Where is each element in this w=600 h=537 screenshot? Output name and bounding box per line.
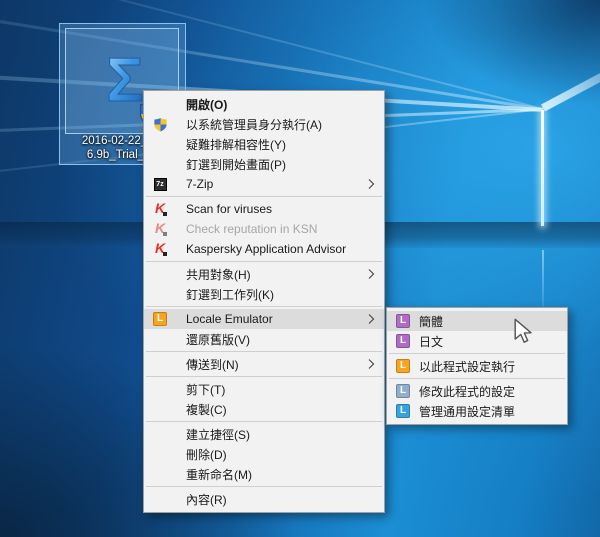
menu-separator [146,351,382,352]
context-menu-item-locale-emulator[interactable]: L Locale Emulator [144,309,384,329]
submenu-item-run-with-app-settings[interactable]: L 以此程式設定執行 [387,356,567,376]
context-menu-item-share-with[interactable]: 共用對象(H) [144,264,384,284]
kaspersky-icon: K [152,201,168,217]
submenu-arrow-icon [368,179,375,190]
context-menu: 開啟(O) 以系統管理員身分執行(A) 疑難排解相容性(Y) 釘選到開始畫面(P… [143,90,385,513]
context-menu-item-run-as-admin[interactable]: 以系統管理員身分執行(A) [144,114,384,134]
menu-separator [146,196,382,197]
context-menu-item-rename[interactable]: 重新命名(M) [144,464,384,484]
menu-separator [146,421,382,422]
menu-separator [146,376,382,377]
context-menu-item-create-shortcut[interactable]: 建立捷徑(S) [144,424,384,444]
submenu-item-manage-global-settings[interactable]: L 管理通用設定清單 [387,401,567,421]
kaspersky-icon: K [152,221,168,237]
kaspersky-icon: K [152,241,168,257]
submenu-arrow-icon [368,359,375,370]
locale-emulator-icon: L [396,334,410,348]
context-menu-item-troubleshoot-compatibility[interactable]: 疑難排解相容性(Y) [144,134,384,154]
context-menu-item-delete[interactable]: 刪除(D) [144,444,384,464]
submenu-item-simplified-chinese[interactable]: L 簡體 [387,311,567,331]
submenu-item-modify-app-settings[interactable]: L 修改此程式的設定 [387,381,567,401]
7zip-icon: 7z [152,176,168,192]
menu-separator [389,353,565,354]
context-menu-item-copy[interactable]: 複製(C) [144,399,384,419]
menu-separator [146,486,382,487]
context-menu-item-send-to[interactable]: 傳送到(N) [144,354,384,374]
locale-emulator-icon: L [396,314,410,328]
locale-emulator-icon: L [396,404,410,418]
context-menu-item-pin-to-start[interactable]: 釘選到開始畫面(P) [144,154,384,174]
menu-separator [146,306,382,307]
menu-separator [389,378,565,379]
context-menu-item-scan-for-viruses[interactable]: K Scan for viruses [144,199,384,219]
context-menu-item-check-reputation-ksn[interactable]: K Check reputation in KSN [144,219,384,239]
locale-emulator-icon: L [396,359,410,373]
light-beam [541,39,600,112]
submenu-arrow-icon [368,269,375,280]
context-menu-item-kaspersky-application-advisor[interactable]: K Kaspersky Application Advisor [144,239,384,259]
context-menu-item-restore-previous-versions[interactable]: 還原舊版(V) [144,329,384,349]
menu-separator [146,261,382,262]
uac-shield-icon [152,116,168,132]
submenu-item-japanese[interactable]: L 日文 [387,331,567,351]
window-logo-edge [541,110,544,226]
context-menu-item-properties[interactable]: 內容(R) [144,489,384,509]
submenu-arrow-icon [368,314,375,325]
context-menu-item-pin-to-taskbar[interactable]: 釘選到工作列(K) [144,284,384,304]
locale-emulator-icon: L [396,384,410,398]
context-menu-item-open[interactable]: 開啟(O) [144,94,384,114]
context-menu-item-7zip[interactable]: 7z 7-Zip [144,174,384,194]
locale-emulator-submenu: L 簡體 L 日文 L 以此程式設定執行 L 修改此程式的設定 L 管理通用設定… [386,307,568,425]
context-menu-item-cut[interactable]: 剪下(T) [144,379,384,399]
locale-emulator-icon: L [152,311,168,327]
